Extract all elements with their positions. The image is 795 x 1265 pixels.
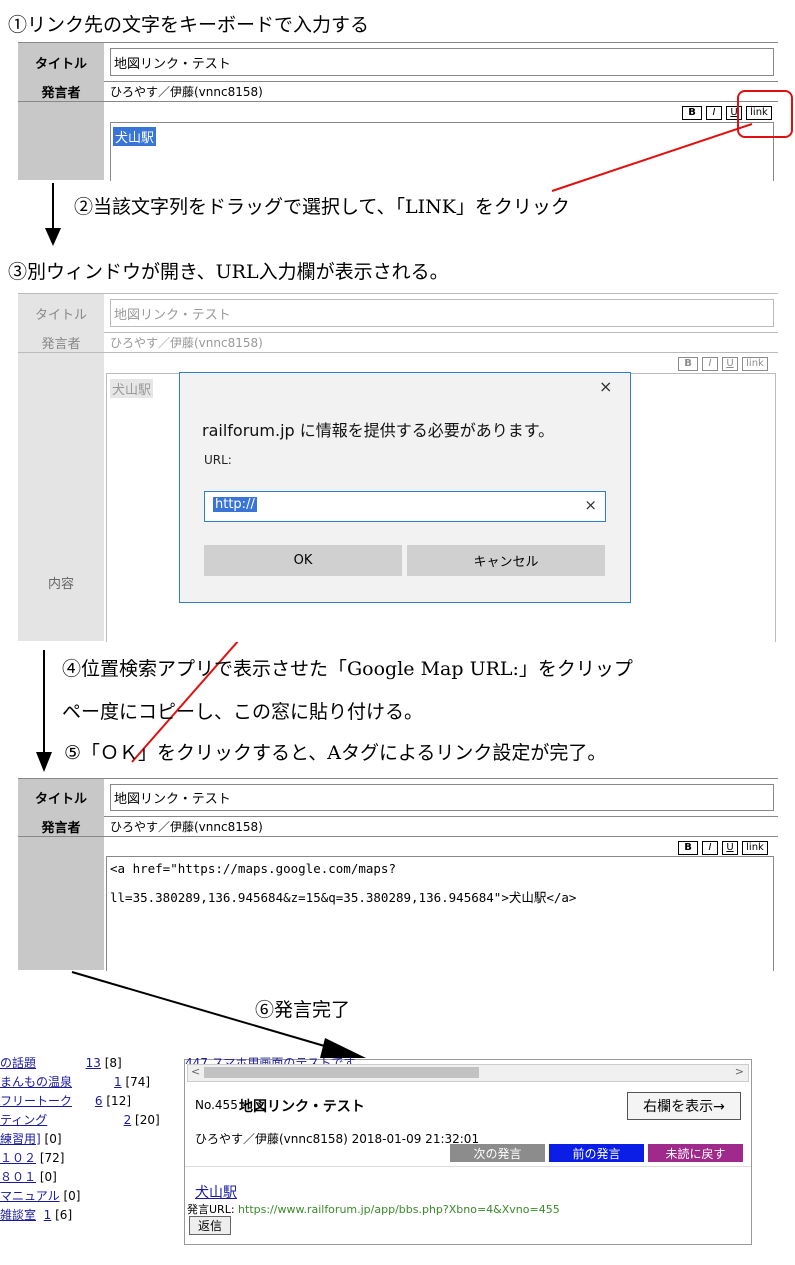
list-item[interactable]: フリートーク 6 [12]: [0, 1092, 131, 1109]
list-item[interactable]: マニュアル [0]: [0, 1187, 80, 1204]
step4-caption-line1: ④位置検索アプリで表示させた「Google Map URL:」をクリップ: [62, 658, 633, 680]
speaker-value: ひろやす／伊藤(vnnc8158): [110, 335, 263, 350]
selected-text: 犬山駅: [110, 379, 154, 398]
scroll-right-icon[interactable]: >: [735, 1065, 744, 1078]
title-input: 地図リンク・テスト: [110, 299, 774, 327]
format-toolbar: B I U link: [678, 357, 768, 371]
top-link[interactable]: 447 スマホ用画面のテストです: [185, 1054, 751, 1064]
speaker-value: ひろやす／伊藤(vnnc8158): [110, 819, 263, 834]
list-item[interactable]: 雑談室 1 [6]: [0, 1206, 72, 1223]
clear-icon[interactable]: ×: [584, 496, 597, 514]
map-link[interactable]: 犬山駅: [195, 1182, 237, 1202]
step4-caption-line2: ペー度にコピーし、この窓に貼り付ける。: [62, 701, 424, 723]
step3-caption: ③別ウィンドウが開き、URL入力欄が表示される。: [8, 261, 449, 283]
author-line: ひろやす／伊藤(vnnc8158) 2018-01-09 21:32:01: [195, 1132, 480, 1146]
url-prompt-dialog: × railforum.jp に情報を提供する必要があります。 URL: htt…: [179, 372, 631, 603]
step2-caption: ②当該文字列をドラッグで選択して、「LINK」をクリック: [74, 196, 570, 218]
html-code-line1: <a href="https://maps.google.com/maps?: [110, 861, 396, 876]
list-item[interactable]: １０２ [72]: [0, 1149, 64, 1166]
step6-caption: ⑥発言完了: [255, 999, 351, 1021]
title-label: タイトル: [18, 779, 104, 816]
link-button: link: [742, 357, 768, 371]
title-label: タイトル: [18, 294, 104, 332]
list-item[interactable]: ティング 2 [20]: [0, 1111, 160, 1128]
reply-button[interactable]: 返信: [189, 1216, 231, 1235]
bold-button: B: [678, 357, 698, 371]
url-input-value: http://: [213, 497, 257, 512]
step5-caption: ⑤「ＯＫ」をクリックすると、Aタグによるリンク設定が完了。: [64, 742, 607, 764]
list-item[interactable]: まんもの温泉 1 [74]: [0, 1073, 150, 1090]
ok-button[interactable]: OK: [204, 545, 402, 576]
scroll-left-icon[interactable]: <: [191, 1065, 200, 1078]
post-number: No.455: [195, 1098, 238, 1112]
speaker-label: 発言者: [18, 332, 104, 352]
topic-tree: の話題 13 [8] まんもの温泉 1 [74] フリートーク 6 [12] テ…: [0, 1056, 175, 1265]
title-input[interactable]: 地図リンク・テスト: [110, 784, 774, 811]
link-button[interactable]: link: [742, 841, 768, 855]
form-step5: タイトル 地図リンク・テスト 発言者 ひろやす／伊藤(vnnc8158) B I…: [18, 778, 778, 971]
list-item[interactable]: 練習用] [0]: [0, 1130, 62, 1147]
underline-button: U: [722, 357, 738, 371]
dialog-message: railforum.jp に情報を提供する必要があります。: [202, 421, 555, 440]
post-url: 発言URL: https://www.railforum.jp/app/bbs.…: [187, 1201, 560, 1217]
list-item[interactable]: の話題 13 [8]: [0, 1056, 122, 1071]
cancel-button[interactable]: キャンセル: [407, 545, 605, 576]
horizontal-scrollbar[interactable]: < >: [187, 1064, 749, 1082]
close-icon[interactable]: ×: [599, 377, 612, 396]
underline-button[interactable]: U: [722, 841, 738, 855]
mark-unread-button[interactable]: 未読に戻す: [648, 1144, 743, 1162]
post-title: 地図リンク・テスト: [239, 1099, 365, 1115]
post-view-window: 447 スマホ用画面のテストです < > No.455 地図リンク・テスト 右欄…: [184, 1056, 752, 1245]
content-label: 内容: [47, 577, 74, 592]
next-post-button[interactable]: 次の発言: [450, 1144, 545, 1162]
list-item[interactable]: ８０１ [0]: [0, 1168, 57, 1185]
html-code-line2: ll=35.380289,136.945684&z=15&q=35.380289…: [110, 890, 577, 905]
show-right-pane-button[interactable]: 右欄を表示→: [627, 1092, 741, 1120]
post-url-label: 発言URL:: [187, 1203, 235, 1216]
bold-button[interactable]: B: [678, 841, 698, 855]
scrollbar-thumb[interactable]: [204, 1067, 479, 1078]
url-label: URL:: [204, 453, 232, 467]
italic-button[interactable]: I: [702, 841, 718, 855]
post-url-value[interactable]: https://www.railforum.jp/app/bbs.php?Xbn…: [238, 1203, 560, 1216]
content-textarea[interactable]: <a href="https://maps.google.com/maps? l…: [106, 856, 774, 971]
format-toolbar: B I U link: [678, 841, 768, 855]
italic-button: I: [702, 357, 718, 371]
prev-post-button[interactable]: 前の発言: [549, 1144, 644, 1162]
url-input[interactable]: http:// ×: [204, 491, 606, 522]
speaker-label: 発言者: [18, 816, 104, 836]
